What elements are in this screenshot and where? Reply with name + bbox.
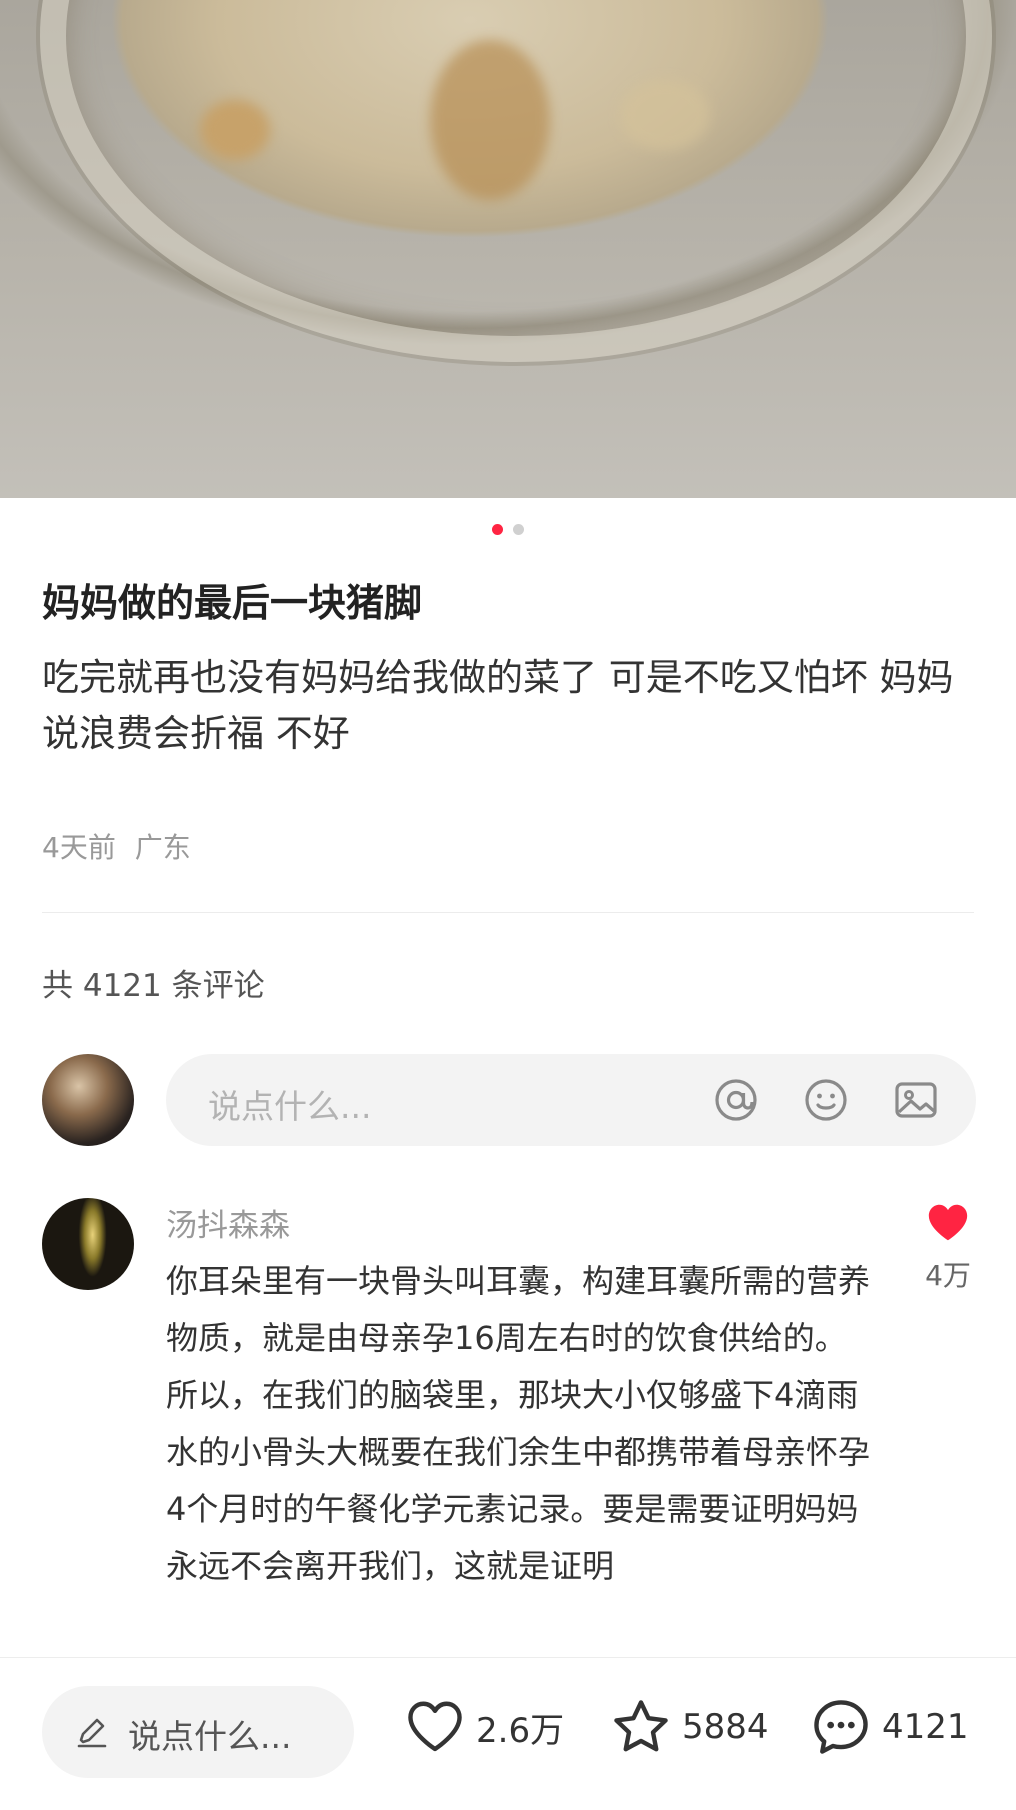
carousel-dot-active <box>492 524 503 535</box>
comment-count-bottom: 4121 <box>882 1707 969 1747</box>
my-avatar[interactable] <box>42 1054 134 1146</box>
bottom-input-placeholder: 说点什么... <box>128 1717 292 1756</box>
post-image[interactable] <box>0 0 1016 498</box>
like-count: 2.6万 <box>476 1710 565 1751</box>
favorite-button[interactable]: 5884 <box>610 1696 769 1758</box>
comment-like-button[interactable]: 4万 <box>918 1200 978 1294</box>
commenter-name[interactable]: 汤抖森森 <box>166 1200 290 1245</box>
comment-bubble-icon <box>814 1700 868 1754</box>
divider <box>42 912 974 913</box>
emoji-icon[interactable] <box>802 1076 850 1124</box>
pencil-icon <box>77 1718 107 1748</box>
comment-input-placeholder: 说点什么... <box>208 1087 372 1126</box>
carousel-dot <box>513 524 524 535</box>
post-location: 广东 <box>134 831 191 864</box>
comment-count: 共 4121 条评论 <box>42 968 265 1004</box>
bottom-comment-input[interactable]: 说点什么... <box>42 1686 354 1778</box>
heart-icon <box>408 1701 462 1752</box>
comment-like-count: 4万 <box>925 1259 971 1292</box>
at-icon[interactable] <box>712 1076 760 1124</box>
star-icon <box>614 1700 668 1752</box>
post-title: 妈妈做的最后一块猪脚 <box>42 581 423 625</box>
bottom-action-bar: 说点什么... 2.6万 5884 4121 <box>0 1657 1016 1810</box>
heart-filled-icon <box>928 1204 968 1241</box>
post-body: 吃完就再也没有妈妈给我做的菜了 可是不吃又怕坏 妈妈说浪费会折福 不好 <box>42 656 954 755</box>
comment-text[interactable]: 你耳朵里有一块骨头叫耳囊，构建耳囊所需的营养物质，就是由母亲孕16周左右时的饮食… <box>166 1253 876 1595</box>
image-icon[interactable] <box>892 1076 940 1124</box>
post-meta: 4天前 广东 <box>42 826 191 866</box>
comment-input[interactable]: 说点什么... <box>166 1054 976 1146</box>
carousel-indicator <box>0 524 1016 535</box>
commenter-avatar[interactable] <box>42 1198 134 1290</box>
like-button[interactable]: 2.6万 <box>404 1696 564 1758</box>
post-time: 4天前 <box>42 831 116 864</box>
comment-button[interactable]: 4121 <box>810 1696 969 1758</box>
favorite-count: 5884 <box>682 1707 769 1747</box>
